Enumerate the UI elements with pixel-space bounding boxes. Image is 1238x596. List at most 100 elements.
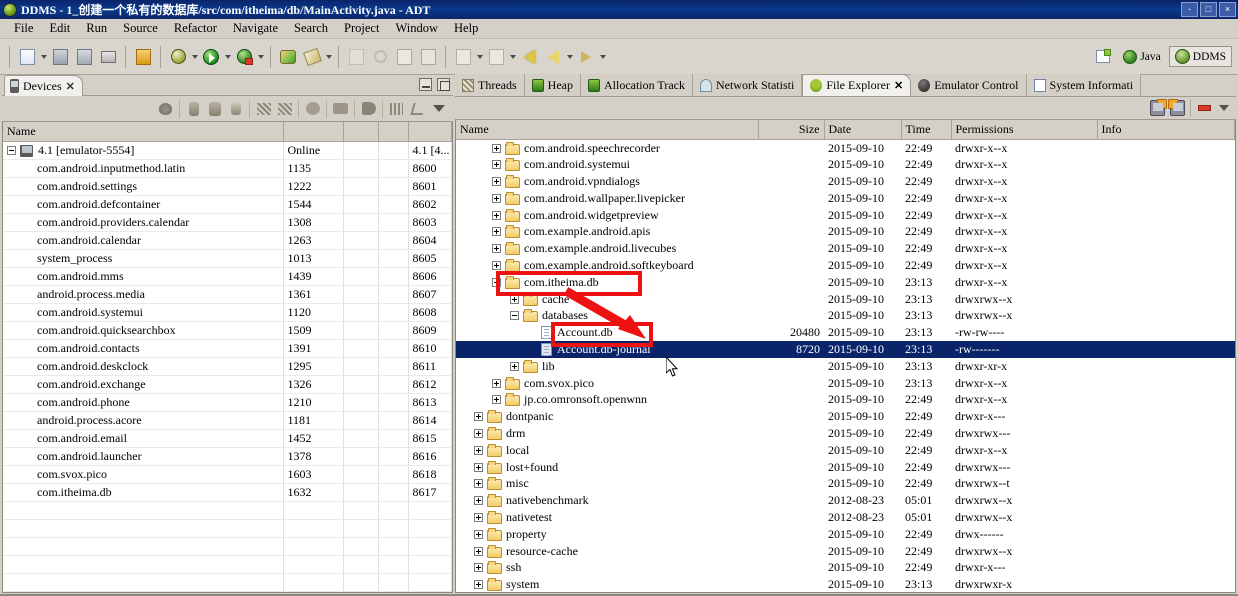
new-icon[interactable] [16,46,38,68]
table-row[interactable]: com.android.inputmethod.latin 1135 8600 [3,159,452,178]
file-name-cell[interactable]: com.android.speechrecorder [456,140,758,157]
forward-dropdown-icon[interactable] [565,46,574,68]
expand-icon[interactable] [474,479,483,489]
debug-process-icon[interactable] [155,99,176,119]
col-5[interactable] [408,122,452,142]
print-icon[interactable] [97,46,119,68]
file-name-cell[interactable]: nativetest [456,509,758,526]
stop-process-icon[interactable] [302,99,323,119]
expand-icon[interactable] [492,260,501,270]
file-row[interactable]: com.android.wallpaper.livepicker 2015-09-… [456,190,1235,207]
maximize-button[interactable]: □ [1200,2,1217,17]
pull-file-icon[interactable] [1147,99,1167,118]
dump-hprof-file-icon[interactable] [204,99,225,119]
file-name-cell[interactable]: com.example.android.softkeyboard [456,257,758,274]
tab-devices[interactable]: Devices ✕ [4,75,83,96]
file-row[interactable]: drm 2015-09-10 22:49 drwxrwx--- [456,425,1235,442]
expand-icon[interactable] [474,412,483,422]
close-icon[interactable]: ✕ [66,80,75,93]
close-button[interactable]: × [1219,2,1236,17]
table-row[interactable]: com.android.providers.calendar 1308 8603 [3,213,452,232]
expand-icon[interactable] [474,563,483,573]
table-row[interactable]: com.android.calendar 1263 8604 [3,231,452,250]
tab-heap[interactable]: Heap [524,74,581,96]
menu-window[interactable]: Window [387,20,446,37]
expand-icon[interactable] [474,512,483,522]
device-name-cell[interactable]: com.itheima.db [3,483,284,502]
col-3[interactable] [343,122,379,142]
device-name-cell[interactable]: android.process.media [3,285,284,304]
menu-refactor[interactable]: Refactor [166,20,225,37]
delete-file-icon[interactable] [1194,99,1214,118]
table-row[interactable]: android.process.acore 1181 8614 [3,411,452,430]
expand-icon[interactable] [474,428,483,438]
table-row[interactable]: com.android.quicksearchbox 1509 8609 [3,321,452,340]
table-row[interactable]: com.android.defcontainer 1544 8602 [3,195,452,214]
expand-icon[interactable] [492,395,501,405]
file-row[interactable]: resource-cache 2015-09-10 22:49 drwxrwx--x [456,543,1235,560]
run-icon[interactable] [200,46,222,68]
expand-icon[interactable] [474,462,483,472]
expand-icon[interactable] [492,244,501,254]
device-name-cell[interactable]: com.android.email [3,429,284,448]
file-row[interactable]: com.android.widgetpreview 2015-09-10 22:49… [456,207,1235,224]
perspective-ddms[interactable]: DDMS [1168,46,1232,67]
file-name-cell[interactable]: com.android.vpndialogs [456,173,758,190]
next-edit-dropdown-icon[interactable] [598,46,607,68]
file-row[interactable]: nativebenchmark 2012-08-23 05:01 drwxrwx--x [456,492,1235,509]
device-name-cell[interactable]: com.android.defcontainer [3,195,284,214]
table-row[interactable]: com.android.systemui 1120 8608 [3,303,452,322]
tab-emulator-control[interactable]: Emulator Control [911,74,1027,96]
perspective-java[interactable]: Java [1117,47,1166,67]
device-name-cell[interactable]: com.android.mms [3,267,284,286]
android-sdk-manager-icon[interactable] [277,46,299,68]
forward-icon[interactable] [542,46,564,68]
table-row[interactable]: com.android.email 1452 8615 [3,429,452,448]
device-name-cell[interactable]: com.android.inputmethod.latin [3,159,284,178]
screen-capture-icon[interactable] [330,99,351,119]
menu-run[interactable]: Run [78,20,115,37]
reset-adb-icon[interactable] [407,99,428,119]
file-row[interactable]: system 2015-09-10 23:13 drwxrwxr-x [456,576,1235,592]
external-tools-dropdown-icon[interactable] [256,46,265,68]
tab-threads[interactable]: Threads [455,74,525,96]
export-icon[interactable] [132,46,154,68]
previous-annotation-icon[interactable] [485,46,507,68]
col-time[interactable]: Time [901,120,952,140]
avd-manager-icon[interactable] [301,46,323,68]
device-name-cell[interactable]: com.android.deskclock [3,357,284,376]
device-name-cell[interactable]: android.process.acore [3,411,284,430]
device-name-cell[interactable]: com.android.quicksearchbox [3,321,284,340]
next-edit-icon[interactable] [575,46,597,68]
view-menu-icon[interactable] [1214,99,1234,118]
file-row[interactable]: com.android.systemui 2015-09-10 22:49 drwxr… [456,156,1235,173]
table-row[interactable]: system_process 1013 8605 [3,249,452,268]
file-name-cell[interactable]: com.android.systemui [456,156,758,173]
expand-icon[interactable] [474,445,483,455]
table-row[interactable]: android.process.media 1361 8607 [3,285,452,304]
tab-network-statisti[interactable]: Network Statisti [692,74,803,96]
hierarchy-icon[interactable] [417,46,439,68]
file-row[interactable]: jp.co.omronsoft.openwnn 2015-09-10 22:49 dr… [456,391,1235,408]
expand-icon[interactable] [492,193,501,203]
file-row[interactable]: com.example.android.apis 2015-09-10 22:49 d… [456,223,1235,240]
file-name-cell[interactable]: property [456,526,758,543]
file-name-cell[interactable]: system [456,576,758,592]
file-tree-container[interactable]: Name Size Date Time Permissions Info com… [455,120,1236,593]
menu-navigate[interactable]: Navigate [225,20,286,37]
collapse-icon[interactable] [7,146,16,155]
table-row[interactable]: 4.1 [emulator-5554] Online 4.1 [4... [3,141,452,160]
menu-help[interactable]: Help [446,20,486,37]
device-name-cell[interactable]: com.android.phone [3,393,284,412]
expand-icon[interactable] [510,294,519,304]
push-file-icon[interactable] [1167,99,1187,118]
run-dropdown-icon[interactable] [223,46,232,68]
file-name-cell[interactable]: misc [456,475,758,492]
tab-system-informati[interactable]: System Informati [1026,74,1142,96]
search-icon[interactable] [369,46,391,68]
minimize-panel-button[interactable] [419,78,432,91]
file-row[interactable]: com.itheima.db 2015-09-10 23:13 drwxr-x--x [456,274,1235,291]
devices-table-container[interactable]: Name 4.1 [emulator-5554] Online 4.1 [4... c… [2,122,453,593]
expand-icon[interactable] [492,227,501,237]
col-info[interactable]: Info [1097,120,1235,140]
